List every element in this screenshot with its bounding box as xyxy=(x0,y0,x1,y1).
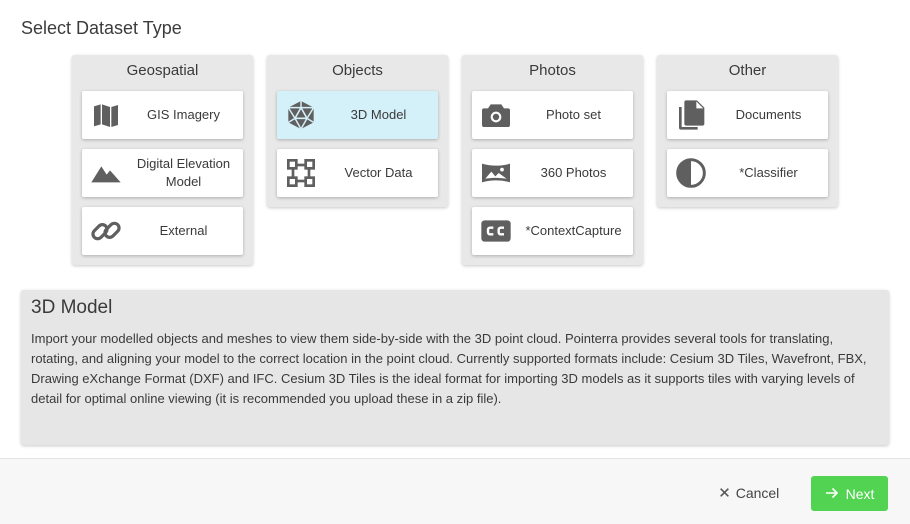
next-label: Next xyxy=(845,485,875,502)
arrow-right-icon xyxy=(825,486,839,502)
contrast-icon xyxy=(667,157,715,189)
description-title: 3D Model xyxy=(31,297,113,318)
vector-square-icon xyxy=(277,157,325,189)
card-vector-data[interactable]: Vector Data xyxy=(277,149,438,197)
group-other: Other Documents *Classifier xyxy=(657,55,838,207)
card-label: Digital Elevation Model xyxy=(136,156,231,189)
card-label: Vector Data xyxy=(344,165,413,180)
card-label: Documents xyxy=(735,107,802,122)
description-text: Import your modelled objects and meshes … xyxy=(31,331,867,406)
group-title: Photos xyxy=(529,62,576,79)
cc-badge-icon xyxy=(472,215,520,247)
card-documents[interactable]: Documents xyxy=(667,91,828,139)
camera-icon xyxy=(472,99,520,131)
group-geospatial: Geospatial GIS Imagery Digital Elevation… xyxy=(72,55,253,265)
close-icon xyxy=(719,485,730,501)
card-label: 3D Model xyxy=(350,107,407,122)
next-button[interactable]: Next xyxy=(811,476,888,511)
description-panel: 3D Model Import your modelled objects an… xyxy=(21,290,889,445)
card-label: *ContextCapture xyxy=(525,223,622,238)
card-3d-model[interactable]: 3D Model xyxy=(277,91,438,139)
group-photos: Photos Photo set 360 Photos *ContextCapt… xyxy=(462,55,643,265)
cancel-label: Cancel xyxy=(735,485,780,501)
card-label: GIS Imagery xyxy=(147,107,220,122)
dialog-footer: Cancel Next xyxy=(0,458,910,524)
card-label: *Classifier xyxy=(739,165,798,180)
card-label: Photo set xyxy=(546,107,601,122)
card-photo-set[interactable]: Photo set xyxy=(472,91,633,139)
card-external[interactable]: External xyxy=(82,207,243,255)
card-label: External xyxy=(159,223,208,238)
group-objects: Objects 3D Model Vector Data xyxy=(267,55,448,207)
page-title: Select Dataset Type xyxy=(21,18,182,38)
terrain-icon xyxy=(82,157,130,189)
card-digital-elevation-model[interactable]: Digital Elevation Model xyxy=(82,149,243,197)
map-icon xyxy=(82,99,130,131)
card-360-photos[interactable]: 360 Photos xyxy=(472,149,633,197)
documents-icon xyxy=(667,99,715,131)
cancel-button[interactable]: Cancel xyxy=(704,476,794,510)
group-title: Objects xyxy=(332,62,383,79)
card-contextcapture[interactable]: *ContextCapture xyxy=(472,207,633,255)
group-title: Geospatial xyxy=(126,62,199,79)
polyhedron-icon xyxy=(277,99,325,131)
card-gis-imagery[interactable]: GIS Imagery xyxy=(82,91,243,139)
card-label: 360 Photos xyxy=(540,165,607,180)
group-title: Other xyxy=(728,62,767,79)
link-icon xyxy=(82,215,130,247)
panorama-icon xyxy=(472,157,520,189)
card-classifier[interactable]: *Classifier xyxy=(667,149,828,197)
